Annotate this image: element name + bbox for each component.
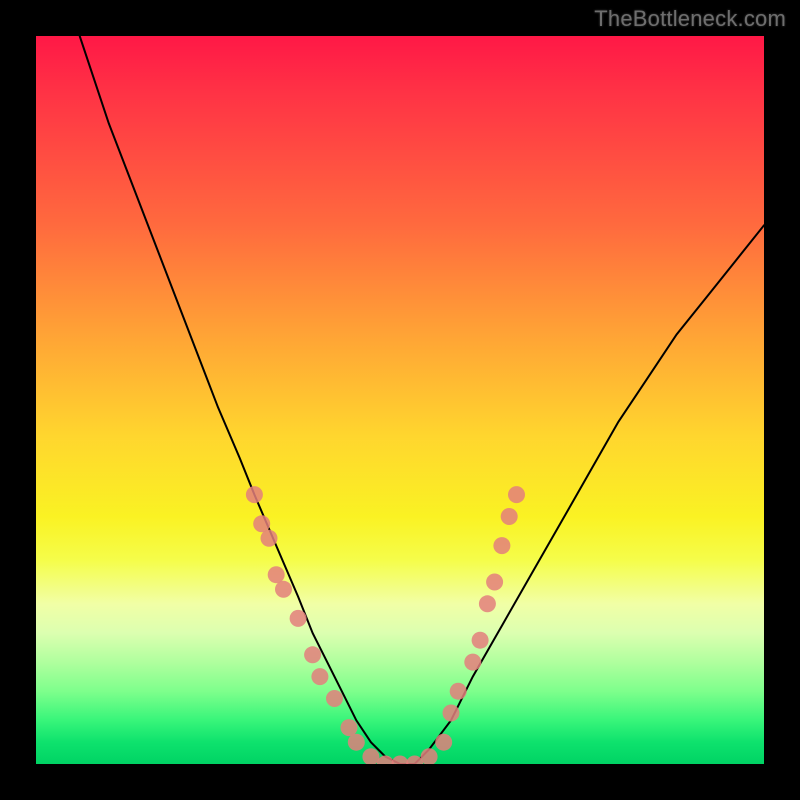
data-point <box>421 748 438 764</box>
data-point <box>275 581 292 598</box>
data-point <box>443 705 460 722</box>
data-point <box>261 530 278 547</box>
chart-frame: TheBottleneck.com <box>0 0 800 800</box>
data-point <box>493 537 510 554</box>
data-point <box>290 610 307 627</box>
data-point <box>304 646 321 663</box>
plot-area <box>36 36 764 764</box>
data-point <box>508 486 525 503</box>
data-point <box>311 668 328 685</box>
data-point <box>435 734 452 751</box>
data-point <box>246 486 263 503</box>
data-point <box>326 690 343 707</box>
chart-svg <box>36 36 764 764</box>
data-point <box>501 508 518 525</box>
data-point <box>253 515 270 532</box>
data-point <box>268 566 285 583</box>
data-point <box>450 683 467 700</box>
watermark-text: TheBottleneck.com <box>594 6 786 32</box>
data-point <box>362 748 379 764</box>
data-point <box>341 719 358 736</box>
data-point <box>486 574 503 591</box>
data-point <box>464 654 481 671</box>
data-point <box>479 595 496 612</box>
curve-line <box>80 36 764 764</box>
data-point <box>377 756 394 765</box>
data-point <box>392 756 409 765</box>
data-point <box>472 632 489 649</box>
data-point <box>348 734 365 751</box>
